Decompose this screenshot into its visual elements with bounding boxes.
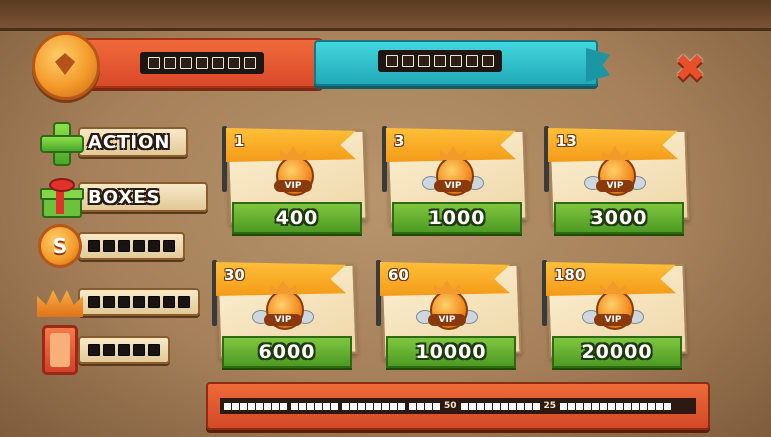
tier-level: 60 <box>388 266 409 284</box>
menu-label-boxes: BOXES <box>88 186 161 208</box>
vip-badge-label: VIP <box>264 314 302 326</box>
tier-level: 180 <box>554 266 586 284</box>
wood-top-border <box>0 0 771 31</box>
vip-tier-card[interactable]: 13 VIP 3000 <box>542 124 690 234</box>
price-ribbon[interactable]: 6000 <box>222 336 352 368</box>
gift-icon <box>36 175 84 219</box>
vip-counter <box>378 50 502 72</box>
menu-item-coins[interactable]: S <box>36 224 185 268</box>
coins-counter <box>78 232 185 260</box>
close-icon: ✖ <box>674 46 706 90</box>
vip-tier-card[interactable]: 180 VIP 20000 <box>540 258 688 368</box>
bottom-value-b: 25 <box>543 401 557 411</box>
tier-price: 6000 <box>258 341 316 363</box>
price-ribbon[interactable]: 3000 <box>554 202 684 234</box>
vip-badge-icon: VIP <box>422 146 484 196</box>
vip-badge-label: VIP <box>274 180 312 192</box>
price-ribbon[interactable]: 10000 <box>386 336 516 368</box>
vip-badge-icon: VIP <box>582 280 644 330</box>
bottom-value-a: 50 <box>444 401 457 411</box>
vip-tier-card[interactable]: 30 VIP 6000 <box>210 258 358 368</box>
tier-level: 30 <box>224 266 245 284</box>
price-ribbon[interactable]: 400 <box>232 202 362 234</box>
bottom-status-bar: 50 25 <box>206 382 710 430</box>
coin-s-icon: S <box>36 224 84 268</box>
currency-counter <box>140 52 264 74</box>
vip-tier-card[interactable]: 60 VIP 10000 <box>374 258 522 368</box>
menu-item-card[interactable] <box>36 325 170 375</box>
bottom-status-strip: 50 25 <box>220 398 696 414</box>
plus-icon <box>36 120 84 166</box>
tier-price: 10000 <box>415 341 487 363</box>
crown-icon <box>36 280 84 324</box>
menu-label-action: ACTION <box>88 131 171 153</box>
price-ribbon[interactable]: 20000 <box>552 336 682 368</box>
vip-badge-icon: VIP <box>584 146 646 196</box>
gem-coin-icon <box>32 32 100 100</box>
menu-item-boxes[interactable]: BOXES <box>36 175 208 219</box>
vip-badge-label: VIP <box>594 314 632 326</box>
vip-badge-label: VIP <box>428 314 466 326</box>
vip-tier-card[interactable]: 1 VIP 400 <box>220 124 368 234</box>
vip-badge-icon: VIP <box>252 280 314 330</box>
tier-level: 13 <box>556 132 577 150</box>
tier-price: 20000 <box>581 341 653 363</box>
tier-price: 1000 <box>428 207 486 229</box>
menu-item-action[interactable]: ACTION <box>36 120 188 166</box>
card-counter <box>78 336 170 364</box>
crown-counter <box>78 288 200 316</box>
tier-level: 1 <box>234 132 245 150</box>
tier-price: 400 <box>275 207 319 229</box>
vip-badge-icon: VIP <box>416 280 478 330</box>
vip-badge-icon: VIP <box>270 146 316 196</box>
close-button[interactable]: ✖ <box>668 46 712 90</box>
vip-badge-label: VIP <box>434 180 472 192</box>
menu-item-crown[interactable] <box>36 280 200 324</box>
tier-price: 3000 <box>590 207 648 229</box>
tier-level: 3 <box>394 132 405 150</box>
card-icon <box>36 325 84 375</box>
price-ribbon[interactable]: 1000 <box>392 202 522 234</box>
vip-tier-card[interactable]: 3 VIP 1000 <box>380 124 528 234</box>
vip-badge-label: VIP <box>596 180 634 192</box>
